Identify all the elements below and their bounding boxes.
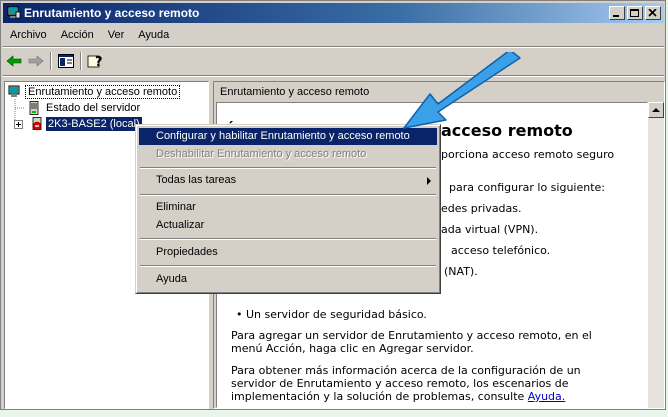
menu-item-delete[interactable]: Eliminar [139,199,437,216]
toolbar-separator [50,52,52,70]
close-icon [648,9,657,17]
submenu-arrow-icon [427,177,431,185]
paragraph-more-info: implementación y la solución de problema… [231,390,565,403]
vertical-scrollbar[interactable] [648,102,664,408]
toolbar: ? [3,49,107,73]
menu-item-properties[interactable]: Propiedades [139,244,437,261]
collapse-plus-icon[interactable] [14,120,23,129]
tree-item-server-status[interactable]: Estado del servidor [27,101,197,115]
menu-item-refresh[interactable]: Actualizar [139,217,437,234]
tree-item-label-selected: 2K3-BASE2 (local) [46,117,142,131]
close-button[interactable] [645,6,661,20]
menu-separator [140,265,436,267]
show-hide-tree-icon [58,54,74,68]
routing-app-icon [7,6,21,19]
forward-arrow-icon [28,55,44,67]
server-stopped-icon [32,117,42,131]
toolbar-divider [3,75,664,77]
menu-item-all-tasks[interactable]: Todas las tareas [139,172,437,189]
tree-item-label: Estado del servidor [46,102,141,114]
help-icon: ? [87,55,103,69]
maximize-icon [630,9,639,17]
paragraph-add-server: Para agregar un servidor de Enrutamiento… [231,329,592,342]
text-line: edes privadas. [441,202,522,215]
help-link[interactable]: Ayuda. [528,390,565,403]
back-arrow-icon [6,55,22,67]
svg-text:?: ? [95,55,103,69]
show-hide-tree-button[interactable] [55,50,77,72]
menu-separator [140,167,436,169]
menu-ver[interactable]: Ver [101,26,132,46]
text-line: ada virtual (VPN). [441,223,539,236]
paragraph-more-info: Para obtener más información acerca de l… [231,364,581,377]
toolbar-separator [80,52,82,70]
paragraph-more-info: servidor de Enrutamiento y acceso remoto… [231,377,569,390]
menu-archivo[interactable]: Archivo [3,26,54,46]
tree-item-server-local[interactable]: 2K3-BASE2 (local) [8,117,142,131]
help-button[interactable]: ? [85,50,107,72]
menu-separator [140,194,436,196]
paragraph-add-server: menú Acción, haga clic en Agregar servid… [231,342,474,355]
bullet-firewall: • Un servidor de seguridad básico. [236,308,427,321]
window-title: Enrutamiento y acceso remoto [24,6,200,20]
menu-item-help[interactable]: Ayuda [139,271,437,288]
menu-accion[interactable]: Acción [54,26,101,46]
paragraph-more-info-text: implementación y la solución de problema… [231,390,528,403]
maximize-button[interactable] [627,6,643,20]
menu-item-disable: Deshabilitar Enrutamiento y acceso remot… [156,148,367,160]
scroll-up-button[interactable] [648,102,664,118]
scroll-up-arrow-icon [652,108,660,112]
menu-item-configure-enable[interactable]: Configurar y habilitar Enrutamiento y ac… [139,128,437,145]
menu-divider [3,46,664,48]
text-line: para configurar lo siguiente: [449,181,606,194]
tree-root-label: Enrutamiento y acceso remoto [25,85,181,99]
pointer-arrow-icon [403,52,521,129]
minimize-icon [613,15,619,17]
context-menu: Configurar y habilitar Enrutamiento y ac… [135,124,441,294]
text-line: acceso telefónico. [451,244,551,257]
back-button[interactable] [3,50,25,72]
menu-item-all-tasks-label: Todas las tareas [156,174,237,186]
title-bar[interactable]: Enrutamiento y acceso remoto [3,3,664,23]
menu-ayuda[interactable]: Ayuda [131,26,176,46]
routing-app-icon [8,85,20,97]
menu-separator [140,238,436,240]
server-status-icon [29,101,39,115]
forward-button[interactable] [25,50,47,72]
text-line: porciona acceso remoto seguro [441,148,615,161]
menu-bar: Archivo Acción Ver Ayuda [3,26,176,46]
text-line: (NAT). [444,265,478,278]
tree-root[interactable]: Enrutamiento y acceso remoto [8,85,203,99]
minimize-button[interactable] [609,6,625,20]
